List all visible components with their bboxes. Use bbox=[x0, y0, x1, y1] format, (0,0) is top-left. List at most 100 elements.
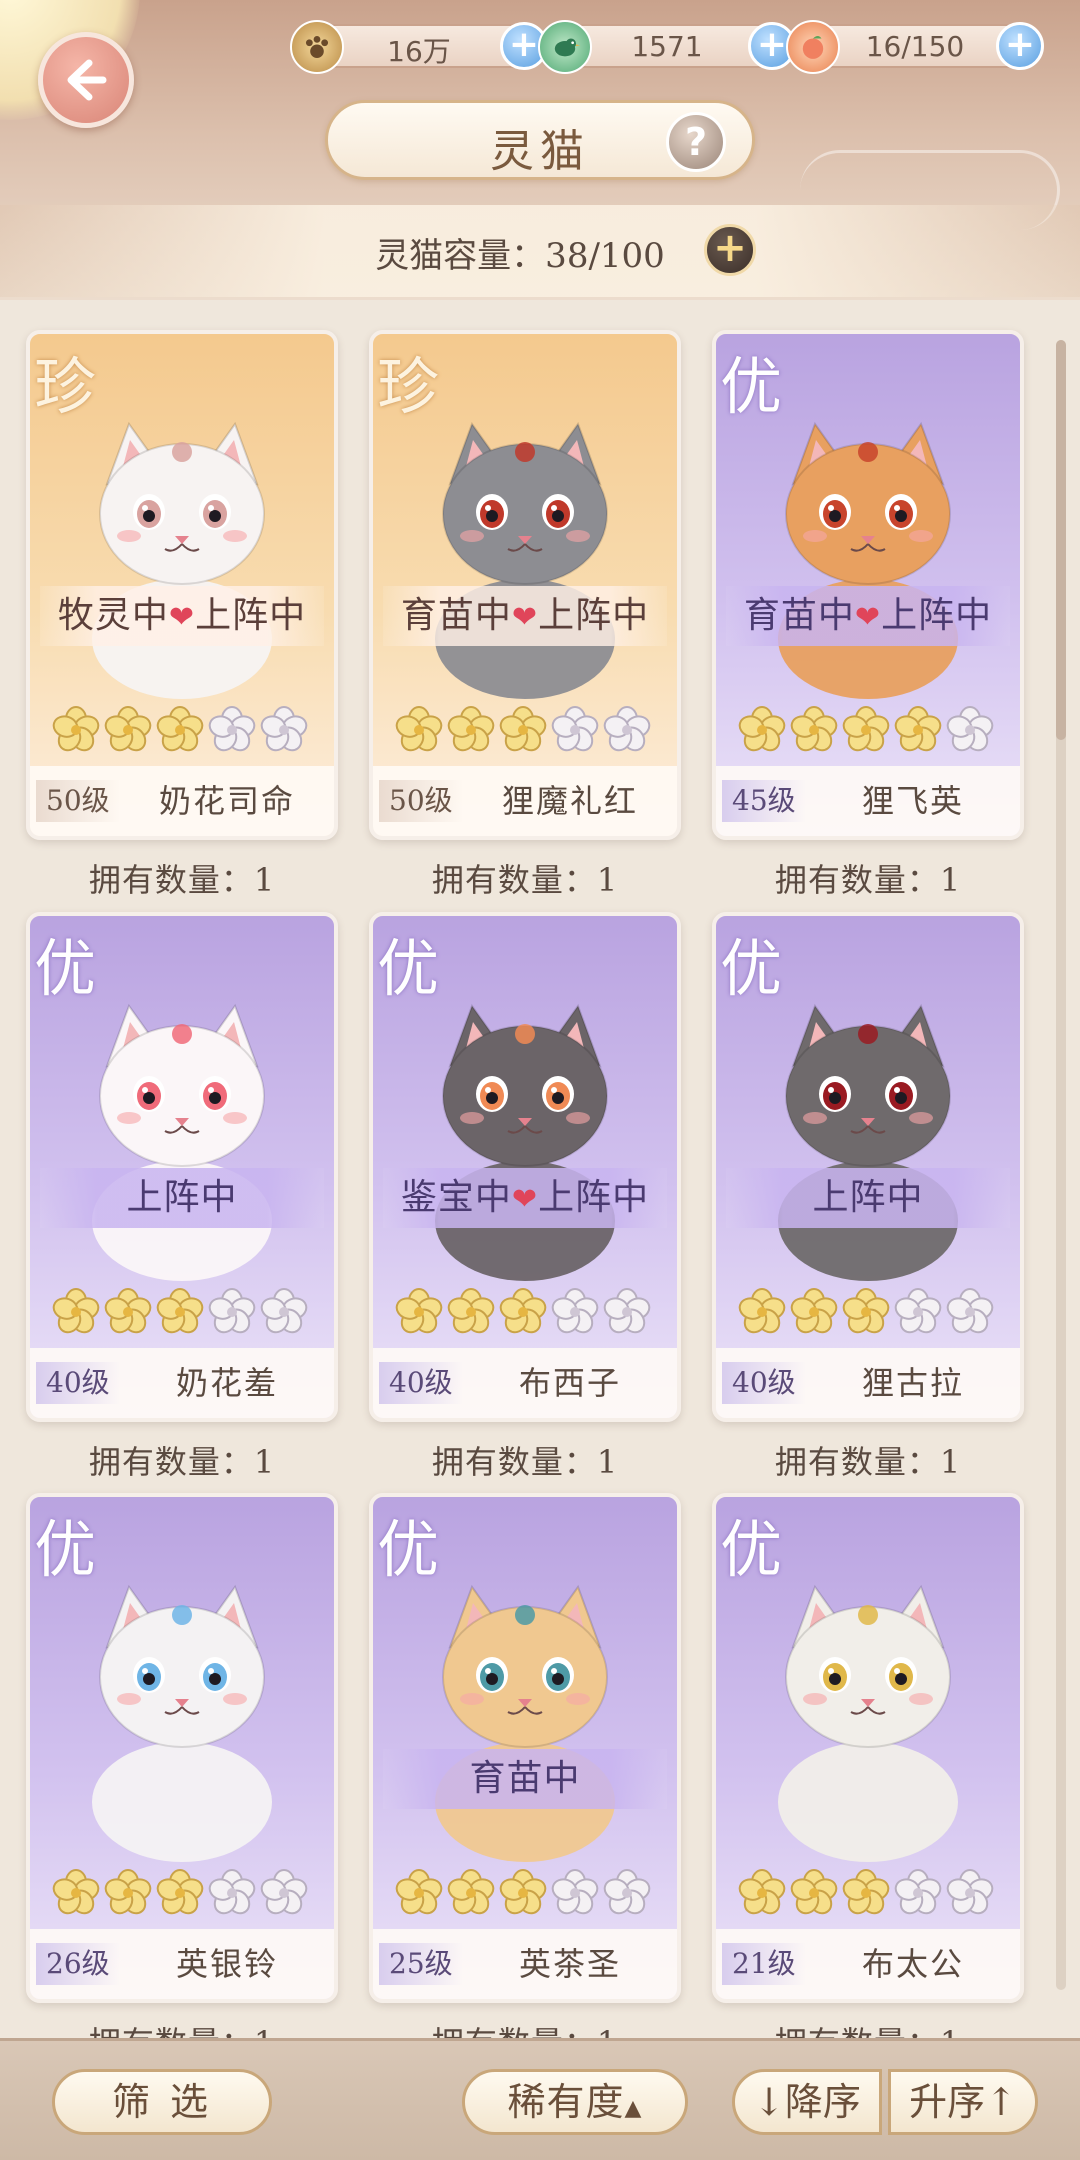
cat-name: 英茶圣 bbox=[518, 1945, 621, 1983]
add-capacity-button[interactable]: + bbox=[704, 224, 756, 276]
cat-name: 狸古拉 bbox=[861, 1364, 964, 1402]
star-icon bbox=[395, 706, 443, 752]
star-icon bbox=[447, 706, 495, 752]
star-rating bbox=[52, 1288, 308, 1336]
resource-paw-coin: 16万 + bbox=[290, 20, 548, 74]
cat-card[interactable]: 优 26级 英银铃 bbox=[26, 1493, 338, 2003]
cat-card[interactable]: 优 育苗中❤上阵中 45级 狸飞英 bbox=[712, 330, 1024, 840]
cat-portrait-icon bbox=[778, 421, 958, 699]
cat-name: 狸飞英 bbox=[861, 782, 964, 820]
status-banner: 上阵中 bbox=[40, 1168, 324, 1228]
star-icon bbox=[395, 1869, 443, 1915]
cat-card[interactable]: 珍 牧灵中❤上阵中 50级 奶花司命 bbox=[26, 330, 338, 840]
sort-ascending-button[interactable]: 升序↑ bbox=[888, 2069, 1038, 2135]
cat-portrait-icon bbox=[92, 1584, 272, 1862]
paw-coin-icon bbox=[290, 20, 344, 74]
scrollbar[interactable] bbox=[1056, 340, 1066, 1990]
add-peach-bun-button[interactable]: + bbox=[996, 22, 1044, 70]
star-icon bbox=[790, 706, 838, 752]
star-icon bbox=[208, 1288, 256, 1334]
card-info-bar: 40级 奶花羞 bbox=[30, 1348, 334, 1418]
star-icon bbox=[894, 1288, 942, 1334]
card-info-bar: 25级 英茶圣 bbox=[373, 1929, 677, 1999]
cat-level: 50级 bbox=[379, 780, 463, 822]
star-icon bbox=[842, 1288, 890, 1334]
star-icon bbox=[551, 1288, 599, 1334]
status-label: 上阵中 bbox=[538, 1177, 650, 1218]
help-button[interactable]: ? bbox=[666, 112, 726, 172]
cat-card[interactable]: 优 育苗中 25级 英茶圣 bbox=[369, 1493, 681, 2003]
star-icon bbox=[738, 1288, 786, 1334]
heart-icon: ❤ bbox=[511, 600, 539, 635]
triangle-up-icon: ▲ bbox=[624, 2096, 643, 2121]
cat-portrait bbox=[753, 404, 983, 704]
heart-icon: ❤ bbox=[854, 600, 882, 635]
star-icon bbox=[447, 1869, 495, 1915]
star-icon bbox=[395, 1288, 443, 1334]
star-icon bbox=[946, 1288, 994, 1334]
cat-card[interactable]: 珍 育苗中❤上阵中 50级 狸魔礼红 bbox=[369, 330, 681, 840]
star-icon bbox=[260, 1288, 308, 1334]
star-icon bbox=[260, 1869, 308, 1915]
cat-level: 45级 bbox=[722, 780, 806, 822]
status-label: 育苗中 bbox=[400, 595, 512, 636]
back-button[interactable] bbox=[38, 32, 134, 128]
star-icon bbox=[946, 706, 994, 752]
cat-name: 布太公 bbox=[861, 1945, 964, 1983]
sort-descending-button[interactable]: ↓降序 bbox=[732, 2069, 882, 2135]
resource-value: 16万 bbox=[387, 35, 451, 68]
cat-card[interactable]: 优 上阵中 40级 狸古拉 bbox=[712, 912, 1024, 1422]
sort-rarity-label: 稀有度 bbox=[507, 2080, 625, 2124]
star-icon bbox=[738, 706, 786, 752]
back-arrow-icon bbox=[67, 59, 107, 101]
status-label: 上阵中 bbox=[126, 1177, 238, 1218]
cat-level: 25级 bbox=[379, 1943, 463, 1985]
owned-count: 拥有数量：1 bbox=[431, 861, 619, 899]
star-icon bbox=[946, 1869, 994, 1915]
resource-peach-bun: 16/150 + bbox=[786, 20, 1044, 74]
star-rating bbox=[395, 1288, 651, 1336]
scrollbar-thumb[interactable] bbox=[1056, 340, 1066, 740]
card-info-bar: 40级 狸古拉 bbox=[716, 1348, 1020, 1418]
cat-portrait bbox=[67, 1567, 297, 1867]
cat-portrait bbox=[410, 986, 640, 1286]
cat-card[interactable]: 优 上阵中 40级 奶花羞 bbox=[26, 912, 338, 1422]
cat-level: 26级 bbox=[36, 1943, 120, 1985]
status-label: 育苗中 bbox=[469, 1758, 581, 1799]
star-icon bbox=[156, 706, 204, 752]
owned-count: 拥有数量：1 bbox=[431, 1443, 619, 1481]
star-rating bbox=[738, 706, 994, 754]
star-icon bbox=[603, 1288, 651, 1334]
status-banner: 育苗中 bbox=[383, 1749, 667, 1809]
star-icon bbox=[603, 1869, 651, 1915]
card-info-bar: 40级 布西子 bbox=[373, 1348, 677, 1418]
star-rating bbox=[52, 706, 308, 754]
star-icon bbox=[499, 706, 547, 752]
cat-name: 狸魔礼红 bbox=[501, 782, 638, 820]
status-label: 鉴宝中 bbox=[400, 1177, 512, 1218]
sort-rarity-button[interactable]: 稀有度▲ bbox=[462, 2069, 688, 2135]
cat-card[interactable]: 优 鉴宝中❤上阵中 40级 布西子 bbox=[369, 912, 681, 1422]
resource-green-bird: 1571 + bbox=[538, 20, 796, 74]
cat-portrait bbox=[753, 986, 983, 1286]
star-icon bbox=[260, 706, 308, 752]
card-info-bar: 50级 奶花司命 bbox=[30, 766, 334, 836]
owned-count: 拥有数量：1 bbox=[712, 2018, 1024, 2038]
status-label: 上阵中 bbox=[812, 1177, 924, 1218]
filter-button[interactable]: 筛 选 bbox=[52, 2069, 272, 2135]
cat-grid: 珍 牧灵中❤上阵中 50级 奶花司命 拥有数量：1 珍 育苗中❤上阵中 50级 … bbox=[0, 300, 1080, 2038]
star-icon bbox=[499, 1288, 547, 1334]
status-banner: 上阵中 bbox=[726, 1168, 1010, 1228]
cat-name: 布西子 bbox=[518, 1364, 621, 1402]
peach-bun-icon bbox=[786, 20, 840, 74]
cat-card[interactable]: 优 21级 布太公 bbox=[712, 1493, 1024, 2003]
owned-count: 拥有数量：1 bbox=[88, 861, 276, 899]
star-rating bbox=[395, 706, 651, 754]
capacity-label: 灵猫容量：38/100 bbox=[375, 236, 665, 276]
status-label: 牧灵中 bbox=[57, 595, 169, 636]
cat-level: 40级 bbox=[379, 1362, 463, 1404]
status-label: 上阵中 bbox=[881, 595, 993, 636]
status-banner: 牧灵中❤上阵中 bbox=[40, 586, 324, 646]
cat-level: 21级 bbox=[722, 1943, 806, 1985]
star-icon bbox=[790, 1288, 838, 1334]
